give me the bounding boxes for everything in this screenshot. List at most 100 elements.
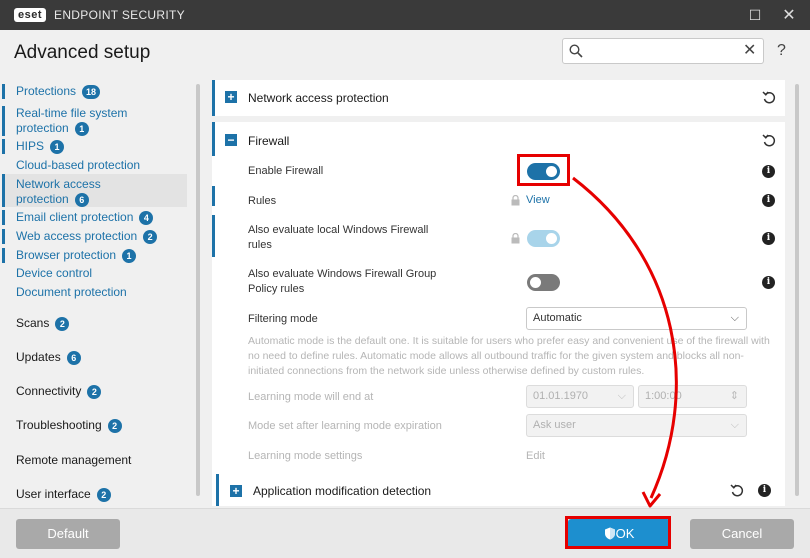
sidebar-group-updates[interactable]: Updates 6 bbox=[16, 350, 81, 365]
sidebar-item-browser-protection[interactable]: Browser protection 1 bbox=[16, 248, 137, 263]
info-icon[interactable]: i bbox=[762, 232, 775, 245]
section-firewall: − Firewall Enable Firewall i Rules View … bbox=[212, 122, 785, 478]
sidebar-group-label: Updates bbox=[16, 350, 61, 364]
section-app-modification-detection[interactable]: + Application modification detection i bbox=[212, 474, 785, 506]
sidebar-item-label: Protections bbox=[16, 84, 77, 98]
sidebar-group-label: Connectivity bbox=[16, 384, 82, 398]
expand-icon[interactable]: + bbox=[225, 91, 237, 103]
filtering-mode-description: Automatic mode is the default one. It is… bbox=[248, 335, 770, 377]
sidebar-scrollbar[interactable] bbox=[196, 84, 200, 496]
sidebar-group-label: Remote management bbox=[16, 453, 132, 467]
close-window-icon[interactable]: ✕ bbox=[775, 0, 803, 30]
sidebar-group-troubleshooting[interactable]: Troubleshooting 2 bbox=[16, 418, 122, 433]
info-icon[interactable]: i bbox=[762, 165, 775, 178]
expand-icon[interactable]: + bbox=[230, 485, 242, 497]
sidebar-item-hips[interactable]: HIPS 1 bbox=[16, 139, 65, 154]
info-icon[interactable]: i bbox=[758, 484, 771, 497]
count-badge: 4 bbox=[139, 210, 154, 225]
sidebar-item-indicator bbox=[2, 106, 5, 136]
sidebar-group-user-interface[interactable]: User interface 2 bbox=[16, 487, 111, 502]
sidebar-item-indicator bbox=[2, 248, 5, 263]
group-policy-toggle[interactable] bbox=[527, 274, 560, 291]
learning-settings-edit-link: Edit bbox=[526, 450, 545, 462]
sidebar-item-device-control[interactable]: Device control bbox=[16, 266, 92, 281]
section-title: Application modification detection bbox=[253, 484, 432, 498]
learning-end-date-value: 01.01.1970 bbox=[533, 390, 589, 402]
sidebar-group-connectivity[interactable]: Connectivity 2 bbox=[16, 384, 102, 399]
section-indicator bbox=[216, 474, 219, 506]
rules-view-link[interactable]: View bbox=[526, 194, 550, 206]
sidebar-active-indicator bbox=[2, 174, 5, 207]
local-rules-label-line1: Also evaluate local Windows Firewall bbox=[248, 224, 429, 236]
sidebar: Protections 18 Real-time file system prot… bbox=[0, 76, 210, 508]
learning-end-time: 1:00:00 ⇕ bbox=[638, 385, 747, 408]
section-title: Network access protection bbox=[248, 91, 389, 105]
sidebar-item-protections[interactable]: Protections 18 bbox=[16, 84, 101, 99]
enable-firewall-label: Enable Firewall bbox=[248, 165, 324, 177]
annotation-highlight-ok bbox=[565, 516, 671, 549]
toggle-knob bbox=[546, 233, 557, 244]
sidebar-item-web-protection[interactable]: Web access protection 2 bbox=[16, 229, 158, 244]
info-icon[interactable]: i bbox=[762, 194, 775, 207]
learning-end-time-value: 1:00:00 bbox=[645, 390, 682, 402]
count-badge: 2 bbox=[87, 384, 102, 399]
sidebar-group-label: Scans bbox=[16, 316, 50, 330]
filtering-mode-select[interactable]: Automatic ⌵ bbox=[526, 307, 747, 330]
section-indicator bbox=[212, 122, 215, 156]
section-network-access-protection[interactable]: + Network access protection bbox=[212, 80, 785, 116]
chevron-down-icon: ⌵ bbox=[730, 312, 739, 324]
sidebar-group-label: Troubleshooting bbox=[16, 418, 102, 432]
count-badge: 6 bbox=[74, 192, 89, 207]
help-icon[interactable]: ? bbox=[777, 42, 786, 60]
reset-icon[interactable] bbox=[730, 483, 744, 497]
sidebar-item-email-protection[interactable]: Email client protection 4 bbox=[16, 210, 154, 225]
chevron-down-icon: ⌵ bbox=[617, 390, 626, 402]
count-badge: 6 bbox=[66, 350, 81, 365]
search-input[interactable] bbox=[587, 42, 737, 60]
learning-end-label: Learning mode will end at bbox=[248, 391, 374, 403]
maximize-icon[interactable]: ☐ bbox=[741, 0, 769, 30]
search-icon bbox=[569, 44, 583, 58]
sidebar-item-indicator bbox=[2, 229, 5, 244]
lock-icon bbox=[511, 233, 520, 244]
chevron-down-icon: ⌵ bbox=[730, 419, 739, 431]
sidebar-group-remote-management[interactable]: Remote management bbox=[16, 453, 131, 467]
sidebar-item-label: Cloud-based protection bbox=[16, 158, 141, 172]
title-bar: eset ENDPOINT SECURITY ☐ ✕ bbox=[0, 0, 810, 30]
section-title: Firewall bbox=[248, 134, 290, 148]
filtering-mode-value: Automatic bbox=[533, 312, 582, 324]
sidebar-item-label: Network access bbox=[16, 177, 101, 191]
sidebar-item-label: Browser protection bbox=[16, 248, 117, 262]
sidebar-item-label: Device control bbox=[16, 266, 93, 280]
section-indicator bbox=[212, 80, 215, 116]
footer: Default OK Cancel bbox=[0, 508, 810, 558]
main-scrollbar[interactable] bbox=[795, 84, 799, 496]
count-badge: 18 bbox=[82, 84, 101, 99]
count-badge: 1 bbox=[50, 139, 65, 154]
info-icon[interactable]: i bbox=[762, 276, 775, 289]
sidebar-item-realtime-protection[interactable]: Real-time file system protection 1 bbox=[16, 106, 127, 136]
search-box[interactable]: ✕ bbox=[562, 38, 764, 64]
sidebar-item-label: protection bbox=[16, 121, 69, 135]
rules-label: Rules bbox=[248, 195, 277, 207]
row-indicator bbox=[212, 186, 215, 206]
reset-icon[interactable] bbox=[762, 90, 776, 104]
sidebar-group-scans[interactable]: Scans 2 bbox=[16, 316, 70, 331]
cancel-button[interactable]: Cancel bbox=[690, 519, 794, 549]
collapse-icon[interactable]: − bbox=[225, 134, 237, 146]
lock-icon bbox=[511, 195, 520, 206]
sidebar-item-label: Email client protection bbox=[16, 210, 134, 224]
sidebar-item-network-access-protection[interactable]: Network access protection 6 bbox=[16, 177, 101, 207]
app-title: ENDPOINT SECURITY bbox=[54, 8, 185, 22]
count-badge: 1 bbox=[74, 121, 89, 136]
reset-icon[interactable] bbox=[762, 133, 776, 147]
sidebar-item-label: Web access protection bbox=[16, 229, 138, 243]
sidebar-item-cloud-protection[interactable]: Cloud-based protection bbox=[16, 158, 140, 173]
sidebar-item-label: Real-time file system bbox=[16, 106, 128, 120]
sidebar-item-document-protection[interactable]: Document protection bbox=[16, 285, 127, 300]
clear-search-icon[interactable]: ✕ bbox=[743, 43, 756, 59]
annotation-highlight-toggle bbox=[517, 154, 570, 186]
sidebar-item-indicator bbox=[2, 210, 5, 225]
spinner-icon: ⇕ bbox=[729, 390, 739, 402]
default-button[interactable]: Default bbox=[16, 519, 120, 549]
